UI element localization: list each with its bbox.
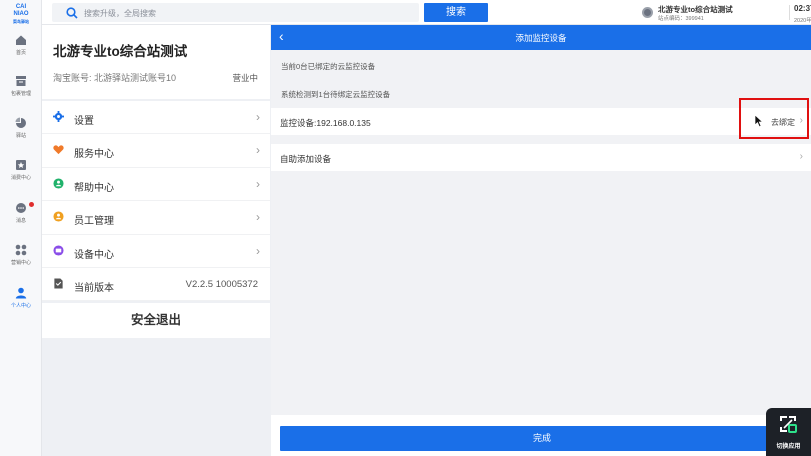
rail-label: 个人中心	[10, 303, 31, 309]
rail-item-marketing[interactable]: 营销中心	[0, 244, 42, 266]
logout-button[interactable]: 安全退出	[42, 303, 270, 338]
chevron-right-icon: ›	[256, 210, 260, 225]
left-rail: CAI NIAO 菜鸟驿站 首页 包裹管理 驿站 消费中心 消息 营销中心 个人…	[0, 0, 42, 456]
help-icon	[53, 178, 64, 189]
done-button[interactable]: 完成	[280, 426, 804, 451]
user-icon	[15, 287, 27, 299]
rail-label: 驿站	[15, 133, 26, 139]
rail-label: 包裹管理	[10, 91, 31, 97]
search-input[interactable]: 搜索升级，全局搜索	[52, 3, 419, 22]
divider	[789, 5, 790, 20]
detected-note: 系统检测到1台待绑定云监控设备	[281, 90, 391, 99]
menu-label: 服务中心	[74, 149, 114, 161]
menu-label: 设备中心	[74, 249, 114, 261]
rail-item-consume[interactable]: 消费中心	[0, 159, 42, 181]
menu-label: 设置	[74, 116, 94, 127]
station-title: 北游专业to综合站测试	[53, 44, 188, 59]
clock-time: 02:37 下午	[794, 4, 811, 13]
menu-item-help-center[interactable]: 帮助中心 ›	[42, 168, 270, 202]
chevron-right-icon: ›	[799, 151, 803, 162]
switch-app-label: 切换应用	[776, 444, 801, 450]
chevron-right-icon: ›	[256, 110, 260, 124]
staff-icon	[53, 211, 64, 222]
app-logo: CAI NIAO 菜鸟驿站	[6, 4, 36, 25]
menu-label: 当前版本	[74, 282, 114, 294]
menu-item-staff[interactable]: 员工管理 ›	[42, 201, 270, 235]
menu-label: 帮助中心	[74, 182, 114, 194]
rail-item-packages[interactable]: 包裹管理	[0, 75, 42, 97]
menu-item-settings[interactable]: 设置 ›	[42, 101, 270, 135]
highlight-box	[739, 98, 809, 139]
search-placeholder: 搜索升级，全局搜索	[84, 9, 156, 18]
logo-sub: 菜鸟驿站	[13, 19, 29, 24]
logo-cai: CAI	[15, 4, 27, 10]
device-row[interactable]: 监控设备:192.168.0.135 去绑定 ›	[271, 108, 811, 135]
search-icon	[66, 7, 78, 19]
bottom-bar: 完成	[271, 415, 811, 456]
profile-panel: 北游专业to综合站测试 淘宝账号: 北游驿站测试账号10 营业中 设置 › 服务…	[42, 25, 270, 456]
manual-add-label: 自助添加设备	[280, 154, 332, 164]
package-icon	[16, 76, 26, 86]
chevron-right-icon: ›	[256, 243, 260, 258]
search-button[interactable]: 搜索	[424, 3, 488, 22]
station-icon	[642, 7, 653, 18]
account-label: 淘宝账号: 北游驿站测试账号10	[53, 73, 177, 83]
menu-label: 员工管理	[74, 216, 114, 228]
chevron-right-icon: ›	[256, 143, 260, 158]
profile-card: 北游专业to综合站测试 淘宝账号: 北游驿站测试账号10 营业中	[42, 25, 270, 99]
star-icon	[16, 160, 26, 170]
gear-icon	[53, 111, 64, 122]
chevron-right-icon: ›	[256, 176, 260, 191]
unread-dot	[29, 202, 34, 207]
logo-niao: NIAO	[13, 11, 29, 17]
rail-label: 营销中心	[10, 260, 31, 266]
device-icon	[53, 245, 64, 256]
heart-icon	[53, 145, 64, 155]
rail-item-profile[interactable]: 个人中心	[0, 287, 42, 309]
grid-icon	[15, 244, 27, 256]
rail-item-station[interactable]: 驿站	[0, 117, 42, 139]
rail-label: 首页	[15, 50, 26, 56]
station-code: 站点编码：399941	[658, 16, 704, 22]
status-badge: 营业中	[232, 73, 258, 83]
top-bar: 搜索升级，全局搜索 搜索 北游专业to综合站测试 站点编码：399941 02:…	[42, 0, 811, 25]
manual-add-row[interactable]: 自助添加设备 ›	[271, 144, 811, 171]
bound-count-note: 当前0台已绑定的云监控设备	[281, 62, 376, 71]
version-value: V2.2.5 10005372	[185, 278, 258, 290]
menu-item-version: 当前版本 V2.2.5 10005372	[42, 268, 270, 302]
panel-title: 添加监控设备	[515, 33, 567, 43]
switch-app-icon	[780, 416, 797, 433]
add-device-panel: ‹ 添加监控设备 当前0台已绑定的云监控设备 系统检测到1台待绑定云监控设备 监…	[271, 25, 811, 456]
switch-app-button[interactable]: 切换应用	[766, 408, 811, 456]
device-label: 监控设备:192.168.0.135	[280, 118, 371, 128]
clock: 02:37 下午 2020年09月04日	[794, 3, 811, 24]
panel-header: ‹ 添加监控设备	[271, 25, 811, 50]
pie-icon	[15, 117, 26, 128]
rail-label: 消费中心	[10, 175, 31, 181]
profile-menu: 设置 › 服务中心 › 帮助中心 › 员工管理 › 设备中心 › 当前版本 V2…	[42, 101, 270, 302]
version-icon	[54, 278, 63, 289]
clock-date: 2020年09月04日	[794, 18, 811, 24]
message-icon	[16, 203, 26, 213]
home-icon	[16, 35, 26, 45]
menu-item-device-center[interactable]: 设备中心 ›	[42, 235, 270, 268]
rail-item-messages[interactable]: 消息	[0, 202, 42, 224]
rail-item-home[interactable]: 首页	[0, 34, 42, 56]
rail-label: 消息	[15, 218, 26, 224]
menu-item-service-center[interactable]: 服务中心 ›	[42, 134, 270, 168]
